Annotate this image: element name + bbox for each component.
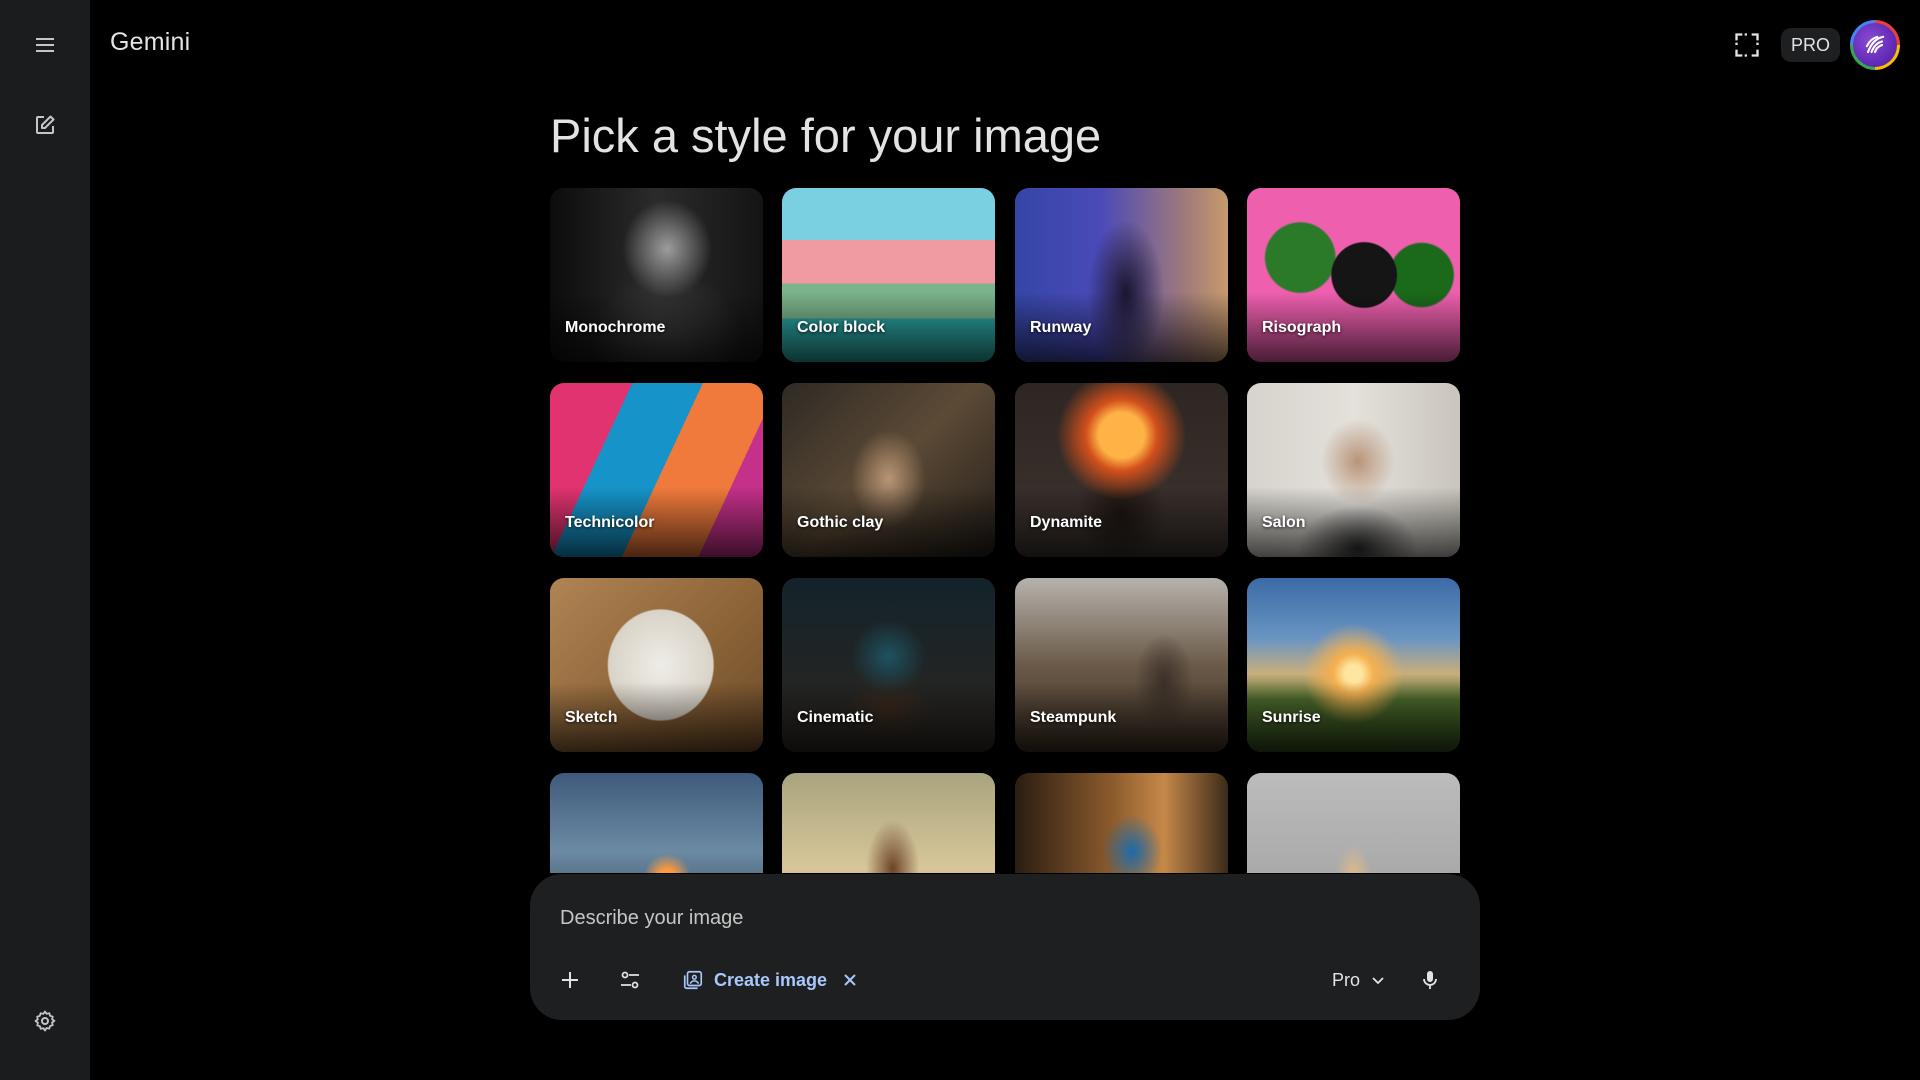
style-card-monochrome[interactable]: Monochrome [550, 188, 763, 362]
style-thumbnail [1247, 773, 1460, 873]
settings-button[interactable] [22, 998, 68, 1044]
style-card-salon[interactable]: Salon [1247, 383, 1460, 557]
chip-label: Create image [714, 969, 828, 990]
style-card-gothic-clay[interactable]: Gothic clay [782, 383, 995, 557]
style-label: Risograph [1262, 319, 1342, 336]
style-card-partial[interactable] [782, 773, 995, 873]
mic-icon [1423, 971, 1437, 989]
style-thumbnail [1015, 773, 1228, 873]
style-label: Dynamite [1030, 514, 1103, 531]
model-selector[interactable]: Pro [1320, 960, 1398, 1000]
style-card-color-block[interactable]: Color block [782, 188, 995, 362]
style-card-sunrise[interactable]: Sunrise [1247, 578, 1460, 752]
style-label: Technicolor [565, 514, 655, 531]
sidebar [0, 0, 90, 1080]
style-card-steampunk[interactable]: Steampunk [1015, 578, 1228, 752]
style-label: Sketch [565, 709, 618, 726]
style-thumbnail [550, 773, 763, 873]
avatar-icon [1865, 35, 1885, 54]
style-label: Salon [1262, 514, 1306, 531]
page-title: Pick a style for your image [550, 109, 1102, 162]
style-grid: Monochrome Color block Runway Risograph … [550, 188, 1460, 873]
style-card-risograph[interactable]: Risograph [1247, 188, 1460, 362]
tune-icon [621, 971, 639, 989]
plus-icon [562, 972, 578, 988]
style-label: Color block [797, 319, 886, 336]
pro-badge[interactable]: PRO [1780, 28, 1840, 62]
avatar[interactable] [1850, 20, 1900, 70]
remove-chip-button[interactable] [843, 973, 857, 987]
screen-capture-icon [1735, 33, 1759, 57]
app-title[interactable]: Gemini [110, 28, 190, 57]
close-icon [844, 974, 856, 986]
style-label: Runway [1030, 319, 1092, 336]
style-card-technicolor[interactable]: Technicolor [550, 383, 763, 557]
prompt-input[interactable] [560, 902, 1440, 934]
style-card-sketch[interactable]: Sketch [550, 578, 763, 752]
image-gallery-icon [683, 970, 703, 990]
gear-icon [34, 1010, 56, 1032]
style-card-partial[interactable] [1015, 773, 1228, 873]
style-card-partial[interactable] [1247, 773, 1460, 873]
header-actions: PRO [1723, 20, 1900, 70]
style-card-runway[interactable]: Runway [1015, 188, 1228, 362]
new-chat-button[interactable] [22, 102, 68, 148]
model-label: Pro [1332, 969, 1361, 990]
create-image-chip[interactable]: Create image [670, 958, 869, 1002]
tools-button[interactable] [608, 958, 652, 1002]
style-card-cinematic[interactable]: Cinematic [782, 578, 995, 752]
style-label: Sunrise [1262, 709, 1321, 726]
chevron-down-icon [1372, 977, 1384, 985]
menu-icon [36, 38, 54, 52]
style-label: Cinematic [797, 709, 874, 726]
style-card-dynamite[interactable]: Dynamite [1015, 383, 1228, 557]
microphone-button[interactable] [1408, 958, 1452, 1002]
prompt-box: Create image Pro [530, 874, 1480, 1020]
style-card-partial[interactable] [550, 773, 763, 873]
style-thumbnail [782, 773, 995, 873]
edit-square-icon [36, 115, 55, 134]
main-menu-button[interactable] [22, 22, 68, 68]
style-label: Gothic clay [797, 514, 884, 531]
add-attachment-button[interactable] [548, 958, 592, 1002]
screen-capture-button[interactable] [1723, 21, 1771, 69]
style-label: Monochrome [565, 319, 666, 336]
style-label: Steampunk [1030, 709, 1117, 726]
